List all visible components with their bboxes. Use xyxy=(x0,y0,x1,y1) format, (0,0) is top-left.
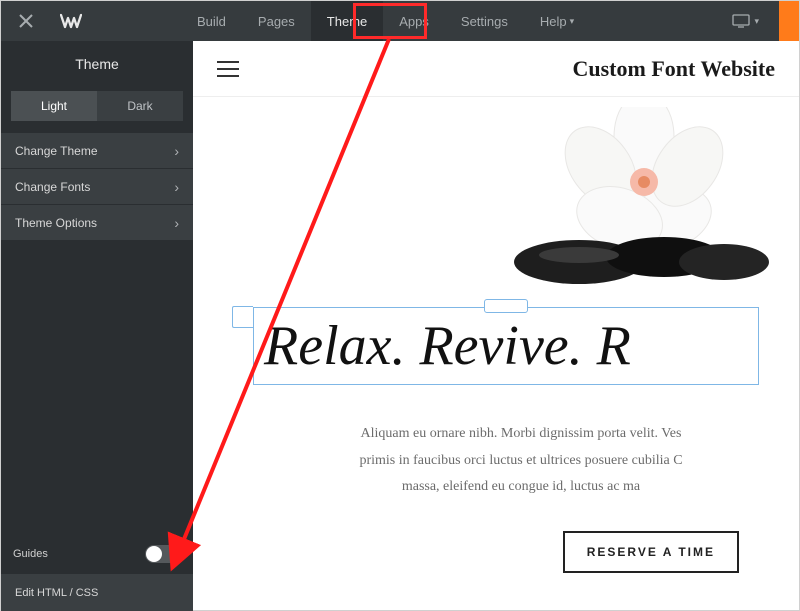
chevron-right-icon: › xyxy=(174,215,179,231)
menu-label: Change Theme xyxy=(15,144,98,158)
hero-section: Relax. Revive. R Aliquam eu ornare nibh.… xyxy=(193,97,799,610)
para-line: Aliquam eu ornare nibh. Morbi dignissim … xyxy=(283,421,759,448)
sidebar: Theme Light Dark Change Theme › Change F… xyxy=(1,41,193,611)
guides-row: Guides xyxy=(1,534,193,574)
nav-build[interactable]: Build xyxy=(181,1,242,41)
guides-label: Guides xyxy=(13,548,48,560)
hamburger-icon[interactable] xyxy=(217,61,239,77)
nav-theme[interactable]: Theme xyxy=(311,1,383,41)
nav-help[interactable]: Help ▾ xyxy=(524,1,590,41)
menu-label: Change Fonts xyxy=(15,180,90,194)
headline-text[interactable]: Relax. Revive. R xyxy=(264,314,748,378)
topnav: Build Pages Theme Apps Settings Help ▾ xyxy=(181,1,590,41)
site-canvas: Custom Font Website xyxy=(193,41,799,610)
headline-element-selected[interactable]: Relax. Revive. R xyxy=(253,307,759,385)
nav-help-label: Help xyxy=(540,14,567,29)
nav-settings[interactable]: Settings xyxy=(445,1,524,41)
chevron-right-icon: › xyxy=(174,179,179,195)
seg-dark[interactable]: Dark xyxy=(97,91,183,121)
theme-mode-segmented: Light Dark xyxy=(11,91,183,121)
site-title[interactable]: Custom Font Website xyxy=(573,56,776,82)
edit-html-css-button[interactable]: Edit HTML / CSS xyxy=(1,574,193,611)
desktop-icon xyxy=(732,14,750,28)
chevron-down-icon: ▾ xyxy=(754,16,759,27)
menu-theme-options[interactable]: Theme Options › xyxy=(1,205,193,241)
nav-apps[interactable]: Apps xyxy=(383,1,445,41)
device-preview-button[interactable]: ▾ xyxy=(720,1,771,41)
chevron-right-icon: › xyxy=(174,143,179,159)
sidebar-title: Theme xyxy=(1,41,193,87)
menu-change-theme[interactable]: Change Theme › xyxy=(1,133,193,169)
seg-light[interactable]: Light xyxy=(11,91,97,121)
guides-toggle[interactable] xyxy=(145,545,181,563)
close-button[interactable] xyxy=(1,14,51,28)
para-line: primis in faucibus orci luctus et ultric… xyxy=(283,448,759,475)
hero-paragraph[interactable]: Aliquam eu ornare nibh. Morbi dignissim … xyxy=(253,421,759,501)
site-header: Custom Font Website xyxy=(193,41,799,97)
chevron-down-icon: ▾ xyxy=(570,16,575,27)
weebly-logo[interactable] xyxy=(51,13,91,29)
publish-button[interactable] xyxy=(779,1,799,41)
menu-change-fonts[interactable]: Change Fonts › xyxy=(1,169,193,205)
site-preview: Custom Font Website xyxy=(193,41,799,610)
menu-label: Theme Options xyxy=(15,216,97,230)
logo-icon xyxy=(60,13,82,29)
toggle-knob xyxy=(146,546,162,562)
para-line: massa, eleifend eu congue id, luctus ac … xyxy=(283,474,759,501)
nav-pages[interactable]: Pages xyxy=(242,1,311,41)
drag-handle[interactable] xyxy=(484,299,528,313)
stones-image xyxy=(509,217,769,287)
cta-button[interactable]: RESERVE A TIME xyxy=(563,531,739,573)
close-icon xyxy=(19,14,33,28)
topbar: Build Pages Theme Apps Settings Help ▾ ▾ xyxy=(1,1,799,41)
